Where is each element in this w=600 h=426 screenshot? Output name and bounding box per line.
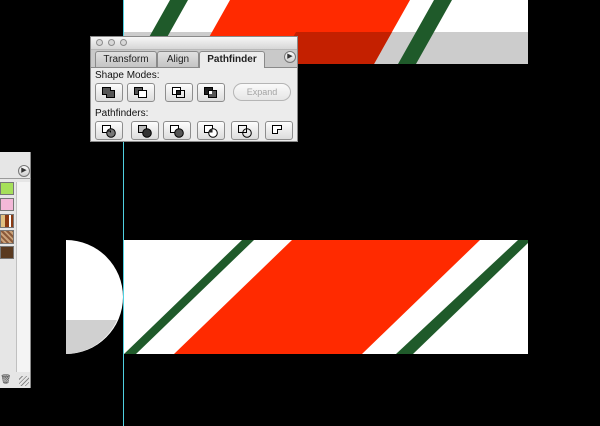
minimize-button[interactable]	[108, 39, 115, 46]
trim-button[interactable]	[131, 121, 159, 140]
expand-button[interactable]: Expand	[233, 83, 291, 101]
exclude-overlapping-icon	[204, 87, 217, 98]
palette-titlebar[interactable]	[91, 37, 297, 50]
crop-icon	[204, 125, 218, 138]
add-to-shape-area-button[interactable]	[95, 83, 123, 102]
pathfinder-palette: Transform Align Pathfinder ▶ Shape Modes…	[90, 36, 298, 142]
shape-modes-label: Shape Modes:	[95, 70, 160, 81]
tab-align[interactable]: Align	[157, 51, 199, 67]
close-button[interactable]	[96, 39, 103, 46]
swatch-dark[interactable]	[0, 246, 14, 259]
resize-grip-icon[interactable]	[19, 376, 29, 386]
outline-button[interactable]	[231, 121, 259, 140]
swatch-pattern[interactable]	[0, 214, 14, 228]
exclude-overlapping-shape-areas-button[interactable]	[197, 83, 225, 102]
trash-icon[interactable]: 🗑	[0, 374, 11, 386]
minus-back-icon	[272, 125, 282, 134]
panel-scrollbar[interactable]	[16, 182, 30, 372]
intersect-shape-areas-button[interactable]	[165, 83, 193, 102]
crop-button[interactable]	[197, 121, 225, 140]
tab-transform[interactable]: Transform	[95, 51, 157, 67]
panel-menu-button[interactable]: ▶	[18, 165, 30, 177]
add-to-shape-area-icon	[102, 87, 115, 98]
swatch-pink[interactable]	[0, 198, 14, 211]
minus-back-button[interactable]	[265, 121, 293, 140]
outline-icon	[238, 125, 252, 138]
swatch-green[interactable]	[0, 182, 14, 195]
subtract-from-shape-area-button[interactable]	[127, 83, 155, 102]
palette-tab-row: Transform Align Pathfinder	[91, 50, 297, 68]
merge-icon	[170, 125, 184, 138]
zoom-button[interactable]	[120, 39, 127, 46]
divide-button[interactable]	[95, 121, 123, 140]
panel-header-line	[0, 178, 31, 179]
half-circle-artwork[interactable]	[66, 240, 123, 354]
divide-icon	[102, 125, 116, 138]
swatches-panel: ▶ 🗑	[0, 152, 31, 388]
swatch-brown[interactable]	[0, 230, 14, 244]
subtract-from-shape-area-icon	[134, 87, 147, 98]
intersect-shape-areas-icon	[172, 87, 185, 98]
palette-menu-button[interactable]: ▶	[284, 51, 296, 63]
bottom-stripe-artwork[interactable]	[123, 240, 528, 354]
trim-icon	[138, 125, 152, 138]
tab-pathfinder[interactable]: Pathfinder	[199, 51, 265, 68]
pathfinders-label: Pathfinders:	[95, 108, 149, 119]
merge-button[interactable]	[163, 121, 191, 140]
